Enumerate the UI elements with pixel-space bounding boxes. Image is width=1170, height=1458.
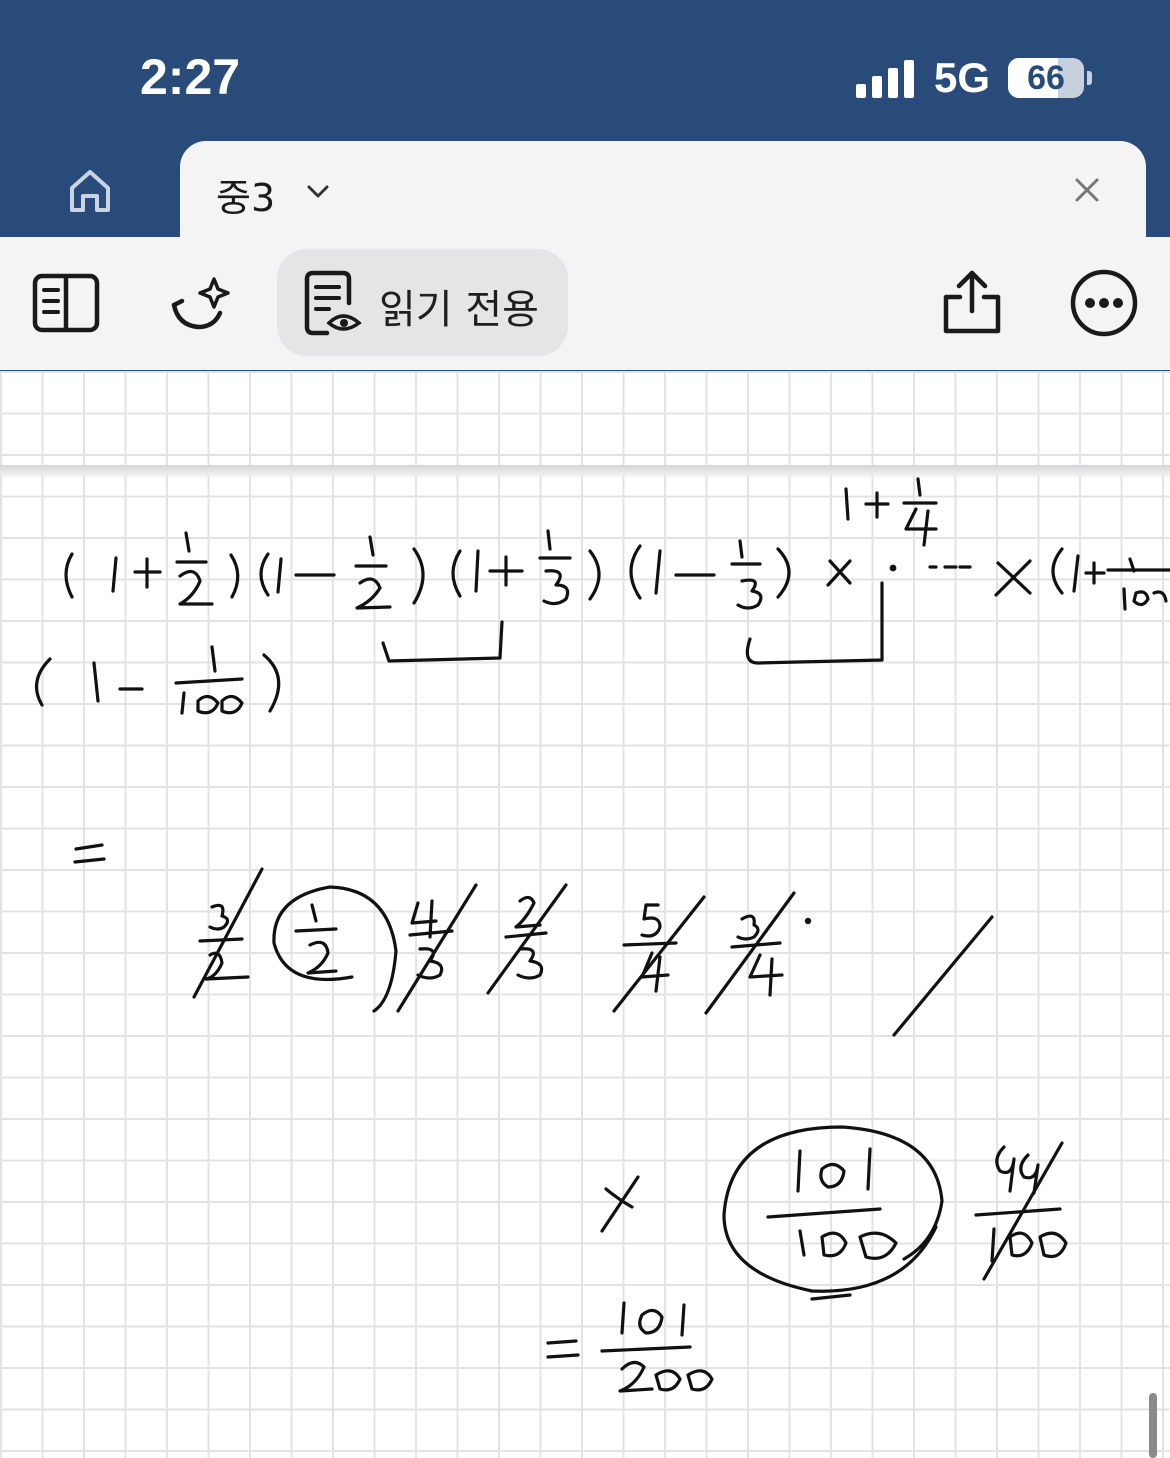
tab-current-notebook[interactable]: 중3 [180, 141, 1146, 251]
note-canvas[interactable] [0, 371, 1170, 1458]
read-only-button[interactable]: 읽기 전용 [277, 249, 568, 356]
app-window: 2:27 5G 66 중3 읽기 전용 [0, 0, 1170, 1458]
handwritten-math-drawing [34, 477, 1170, 1393]
read-only-label: 읽기 전용 [379, 287, 539, 333]
sidebar-panel-icon[interactable] [32, 273, 100, 333]
battery-tip [1087, 71, 1092, 85]
network-type: 5G [934, 54, 991, 101]
share-icon[interactable] [940, 269, 1004, 335]
battery-icon: 66 [1008, 58, 1084, 98]
home-icon[interactable] [62, 162, 118, 218]
signal-bars-icon [856, 60, 914, 98]
status-time: 2:27 [140, 49, 241, 105]
scrollbar[interactable] [1149, 1393, 1157, 1458]
chevron-down-icon[interactable] [304, 177, 332, 205]
tab-title: 중3 [216, 176, 276, 220]
close-icon[interactable] [1072, 175, 1102, 205]
toolbar: 읽기 전용 [0, 237, 1170, 371]
status-bar: 2:27 5G 66 중3 [0, 0, 1170, 251]
sparkle-assistant-icon[interactable] [168, 273, 234, 335]
document-view-icon [304, 270, 362, 336]
battery-percent: 66 [1027, 59, 1065, 97]
more-options-icon[interactable] [1068, 267, 1140, 339]
